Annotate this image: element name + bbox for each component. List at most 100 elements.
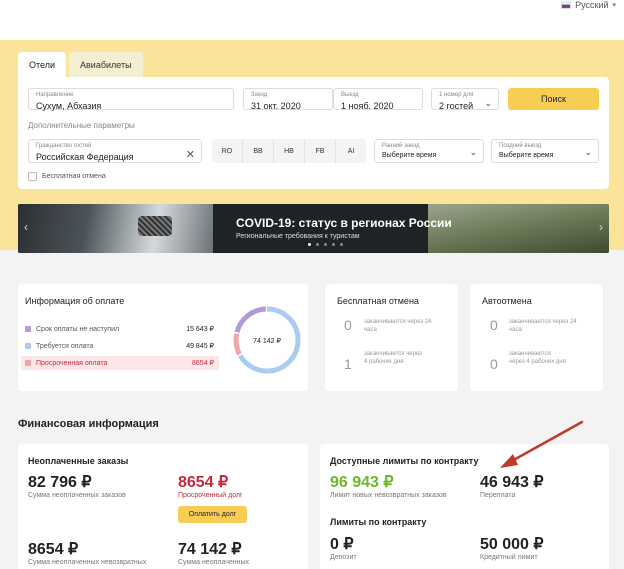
- payment-info-title: Информация об оплате: [25, 296, 125, 306]
- late-checkout-value: Выберите время: [499, 152, 554, 159]
- search-tabs: Отели Авиабилеты: [18, 52, 143, 77]
- payment-row-label: Требуется оплата: [36, 342, 94, 350]
- checkout-label: Выезд: [341, 92, 359, 98]
- contract-limits-title: Лимиты по контракту: [330, 517, 427, 527]
- rooms-label: 1 номер для: [439, 92, 474, 98]
- payment-row-required: Требуется оплата 49 845 ₽: [21, 339, 219, 353]
- language-label: Русский: [575, 0, 609, 10]
- auto-cancel-card: Автоотмена 0 заканчиваются через 24 часа…: [470, 284, 603, 391]
- pay-debt-button[interactable]: Оплатить долг: [178, 506, 247, 523]
- destination-label: Направление: [36, 92, 74, 98]
- free-cancel-checkbox[interactable]: Бесплатная отмена: [28, 172, 106, 181]
- top-bar: Русский ▾: [0, 0, 624, 40]
- carousel-dot[interactable]: [316, 243, 319, 246]
- free-cancel-text-4d: заканчивается через 4 рабочих дня: [364, 351, 422, 365]
- clear-icon[interactable]: ✕: [186, 148, 195, 161]
- early-checkin-select[interactable]: Ранний заезд Выберите время ⌄: [374, 139, 484, 163]
- car-image: [18, 204, 213, 253]
- search-form: Направление Сухум, Абхазия Заезд 31 окт.…: [18, 77, 609, 189]
- meal-option-hb[interactable]: HB: [274, 139, 305, 163]
- payment-row-label: Срок оплаты не наступил: [36, 325, 120, 333]
- contract-limits-card: Доступные лимиты по контракту 96 943 ₽ Л…: [320, 444, 609, 569]
- available-limit-caption: Лимит новых невозвратных заказов: [330, 492, 447, 499]
- landscape-image: [428, 204, 609, 253]
- citizenship-field[interactable]: Гражданство гостей Российская Федерация …: [28, 139, 202, 163]
- unpaid-orders-card: Неоплаченные заказы 82 796 ₽ Сумма неопл…: [18, 444, 308, 569]
- auto-cancel-text-4d: заканчиваются через 4 рабочих дня: [509, 351, 566, 365]
- late-checkout-label: Поздний выезд: [499, 143, 542, 149]
- auto-cancel-count-4d: 0: [490, 356, 498, 372]
- free-cancel-count-24h: 0: [344, 317, 352, 333]
- payment-row-amount: 49 845 ₽: [186, 343, 214, 350]
- unpaid-other-caption: Сумма неоплаченных: [178, 559, 250, 566]
- auto-cancel-title: Автоотмена: [482, 296, 532, 306]
- additional-params-link[interactable]: Дополнительные параметры: [28, 121, 135, 130]
- credit-limit-caption: Кредитный лимит: [480, 554, 538, 561]
- unpaid-orders-title: Неоплаченные заказы: [28, 456, 129, 466]
- free-cancel-label: Бесплатная отмена: [42, 173, 106, 180]
- free-cancel-text-24h: заканчиваются через 24 часа: [364, 319, 432, 333]
- unpaid-nonrefundable: 8654 ₽: [28, 541, 79, 558]
- checkbox-box[interactable]: [28, 172, 37, 181]
- auto-cancel-text-24h: заканчиваются через 24 часа: [509, 319, 577, 333]
- free-cancel-title: Бесплатная отмена: [337, 296, 419, 306]
- chevron-left-icon[interactable]: ‹: [24, 220, 28, 234]
- language-switcher[interactable]: Русский ▾: [561, 0, 616, 10]
- banner-title: COVID-19: статус в регионах России: [236, 216, 452, 230]
- citizenship-label: Гражданство гостей: [36, 143, 92, 149]
- carousel-dot[interactable]: [332, 243, 335, 246]
- overpayment-caption: Переплата: [480, 492, 516, 499]
- payment-donut-chart: 74 142 ₽: [233, 306, 301, 374]
- unpaid-nonrefundable-caption: Сумма неоплаченных невозвратных: [28, 559, 147, 566]
- checkout-field[interactable]: Выезд 1 нояб. 2020: [333, 88, 423, 111]
- early-checkin-value: Выберите время: [382, 152, 437, 159]
- car-grille: [138, 216, 172, 236]
- payment-row-overdue[interactable]: Просроченная оплата 8654 ₽: [21, 356, 219, 370]
- rooms-value: 2 гостей: [439, 101, 474, 111]
- carousel-dot[interactable]: [340, 243, 343, 246]
- carousel-dot[interactable]: [308, 243, 311, 246]
- payment-row-not-due: Срок оплаты не наступил 15 643 ₽: [21, 322, 219, 336]
- meal-filter: RO BB HB FB AI: [212, 139, 366, 163]
- payment-row-label: Просроченная оплата: [36, 359, 108, 367]
- rooms-select[interactable]: 1 номер для 2 гостей ⌄: [431, 88, 499, 111]
- checkin-label: Заезд: [251, 92, 268, 98]
- overpayment: 46 943 ₽: [480, 474, 544, 491]
- meal-option-bb[interactable]: BB: [243, 139, 274, 163]
- carousel-dot[interactable]: [324, 243, 327, 246]
- meal-option-ro[interactable]: RO: [212, 139, 243, 163]
- overdue-debt-caption: Просроченный долг: [178, 492, 243, 499]
- covid-banner[interactable]: ‹ › COVID-19: статус в регионах России Р…: [18, 204, 609, 253]
- free-cancel-count-4d: 1: [344, 356, 352, 372]
- checkout-value: 1 нояб. 2020: [341, 101, 394, 111]
- meal-option-fb[interactable]: FB: [305, 139, 336, 163]
- meal-option-ai[interactable]: AI: [336, 139, 366, 163]
- chevron-down-icon: ⌄: [484, 98, 492, 108]
- chevron-right-icon[interactable]: ›: [599, 220, 603, 234]
- payment-row-amount: 8654 ₽: [192, 360, 214, 367]
- unpaid-sum-caption: Сумма неоплаченных заказов: [28, 492, 126, 499]
- late-checkout-select[interactable]: Поздний выезд Выберите время ⌄: [491, 139, 599, 163]
- carousel-dots: [308, 243, 343, 246]
- legend-swatch: [25, 360, 31, 366]
- chevron-down-icon: ⌄: [469, 147, 477, 157]
- financial-section-title: Финансовая информация: [18, 418, 159, 430]
- legend-swatch: [25, 326, 31, 332]
- chevron-down-icon: ⌄: [584, 147, 592, 157]
- payment-info-card: Информация об оплате Срок оплаты не наст…: [18, 284, 308, 391]
- donut-total: 74 142 ₽: [253, 337, 281, 345]
- tab-hotels[interactable]: Отели: [18, 52, 67, 77]
- checkin-field[interactable]: Заезд 31 окт. 2020: [243, 88, 333, 111]
- destination-value: Сухум, Абхазия: [36, 101, 102, 111]
- payment-row-amount: 15 643 ₽: [186, 326, 214, 333]
- search-button[interactable]: Поиск: [508, 88, 599, 110]
- available-limit: 96 943 ₽: [330, 474, 394, 491]
- destination-field[interactable]: Направление Сухум, Абхазия: [28, 88, 234, 111]
- chevron-down-icon: ▾: [612, 2, 616, 9]
- checkin-value: 31 окт. 2020: [251, 101, 301, 111]
- russia-flag-icon: [561, 1, 572, 9]
- banner-subtitle: Региональные требования к туристам: [236, 233, 360, 240]
- available-limits-title: Доступные лимиты по контракту: [330, 456, 479, 466]
- tab-flights[interactable]: Авиабилеты: [69, 52, 143, 77]
- deposit-caption: Депозит: [330, 554, 357, 561]
